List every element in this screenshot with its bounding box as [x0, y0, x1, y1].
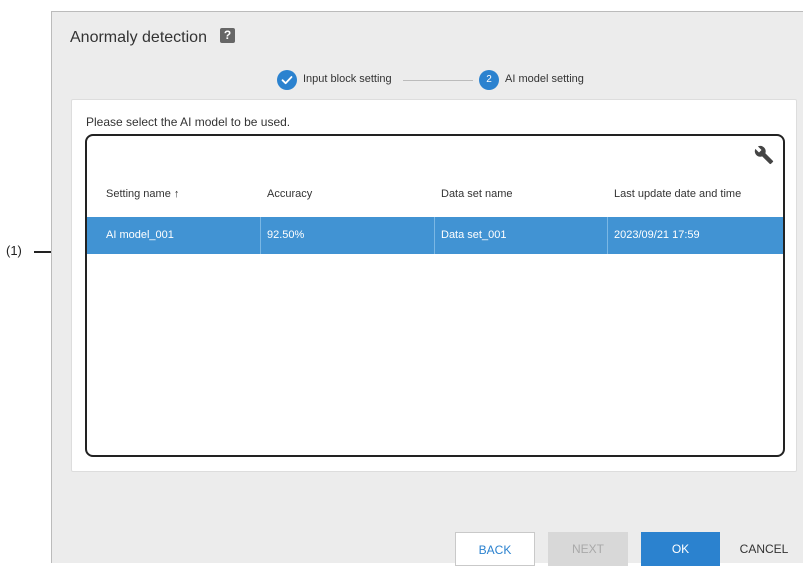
column-header-last-update[interactable]: Last update date and time	[614, 188, 741, 200]
table-row[interactable]: AI model_001 92.50% Data set_001 2023/09…	[87, 217, 783, 254]
stepper: Input block setting 2 AI model setting	[52, 70, 803, 92]
column-header-setting-name[interactable]: Setting name ↑	[106, 188, 179, 200]
wrench-icon[interactable]	[754, 145, 774, 165]
back-button[interactable]: BACK	[455, 532, 535, 566]
cell-separator	[260, 217, 261, 254]
dialog-title: Anormaly detection	[70, 29, 207, 46]
ok-button[interactable]: OK	[641, 532, 720, 566]
instruction-text: Please select the AI model to be used.	[86, 115, 291, 129]
table-header: Setting name ↑ Accuracy Data set name La…	[87, 188, 783, 206]
content-panel: Please select the AI model to be used. S…	[71, 99, 797, 472]
column-header-data-set-name[interactable]: Data set name	[441, 188, 513, 200]
column-header-accuracy[interactable]: Accuracy	[267, 188, 312, 200]
cell-last-update: 2023/09/21 17:59	[614, 229, 700, 241]
cell-separator	[607, 217, 608, 254]
step-connector	[403, 80, 473, 81]
callout-label: (1)	[6, 243, 22, 258]
cancel-button[interactable]: CANCEL	[728, 532, 800, 566]
ai-model-table: Setting name ↑ Accuracy Data set name La…	[85, 134, 785, 457]
anomaly-detection-dialog: Anormaly detection ? Input block setting…	[51, 11, 803, 566]
step-input-block-setting: Input block setting	[303, 73, 392, 85]
help-icon[interactable]: ?	[220, 28, 235, 43]
step-ai-model-setting: AI model setting	[505, 73, 584, 85]
check-icon	[277, 70, 297, 90]
cell-data-set-name: Data set_001	[441, 229, 507, 241]
step-2-number: 2	[479, 70, 499, 90]
next-button[interactable]: NEXT	[548, 532, 628, 566]
cell-separator	[434, 217, 435, 254]
cell-accuracy: 92.50%	[267, 229, 305, 241]
cell-setting-name: AI model_001	[106, 229, 174, 241]
